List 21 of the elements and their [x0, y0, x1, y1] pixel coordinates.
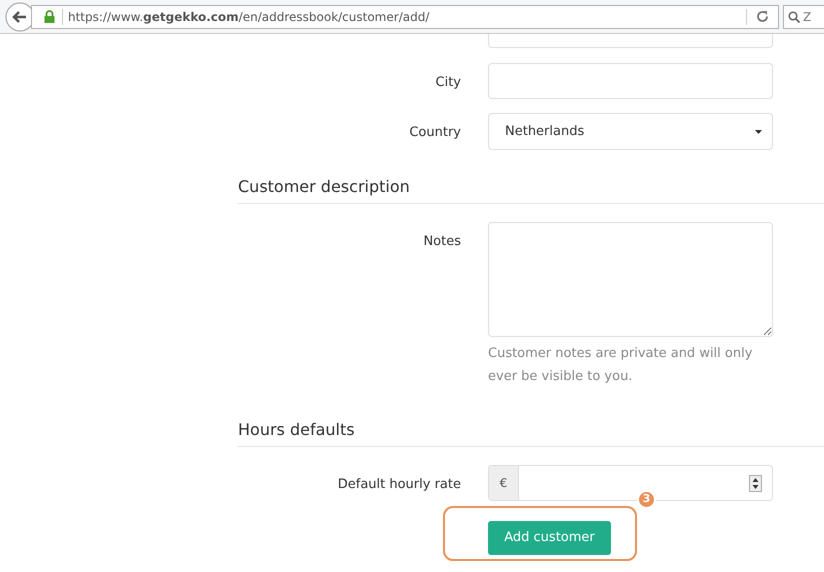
padlock-icon — [44, 10, 55, 23]
input-field[interactable] — [488, 34, 773, 48]
field-label: Country — [408, 124, 461, 142]
search-placeholder: Z — [803, 8, 812, 26]
url-text: https://www.getgekko.com/en/addressbook/customer/add/ — [68, 8, 430, 26]
search-icon — [788, 10, 800, 22]
caret-icon — [755, 130, 762, 134]
help-text: Customer notes are private and will only ever be visible to you. — [488, 345, 754, 386]
field-label: City — [434, 74, 461, 92]
section-heading: Hours defaults — [238, 418, 824, 447]
currency-prefix: € — [489, 466, 519, 500]
search-field[interactable]: Z — [783, 4, 824, 28]
step-badge: 3 — [637, 490, 656, 509]
field-label: Notes — [422, 233, 461, 251]
spinner-icon[interactable] — [749, 474, 762, 492]
section-heading: Customer description — [238, 175, 824, 204]
input-field[interactable] — [488, 63, 773, 99]
address-bar[interactable]: https://www.getgekko.com/en/addressbook/customer/add/ — [31, 4, 779, 28]
field-label: Default hourly rate — [336, 476, 461, 494]
country-dropdown[interactable]: Netherlands — [488, 113, 773, 150]
reload-icon[interactable] — [756, 10, 769, 23]
